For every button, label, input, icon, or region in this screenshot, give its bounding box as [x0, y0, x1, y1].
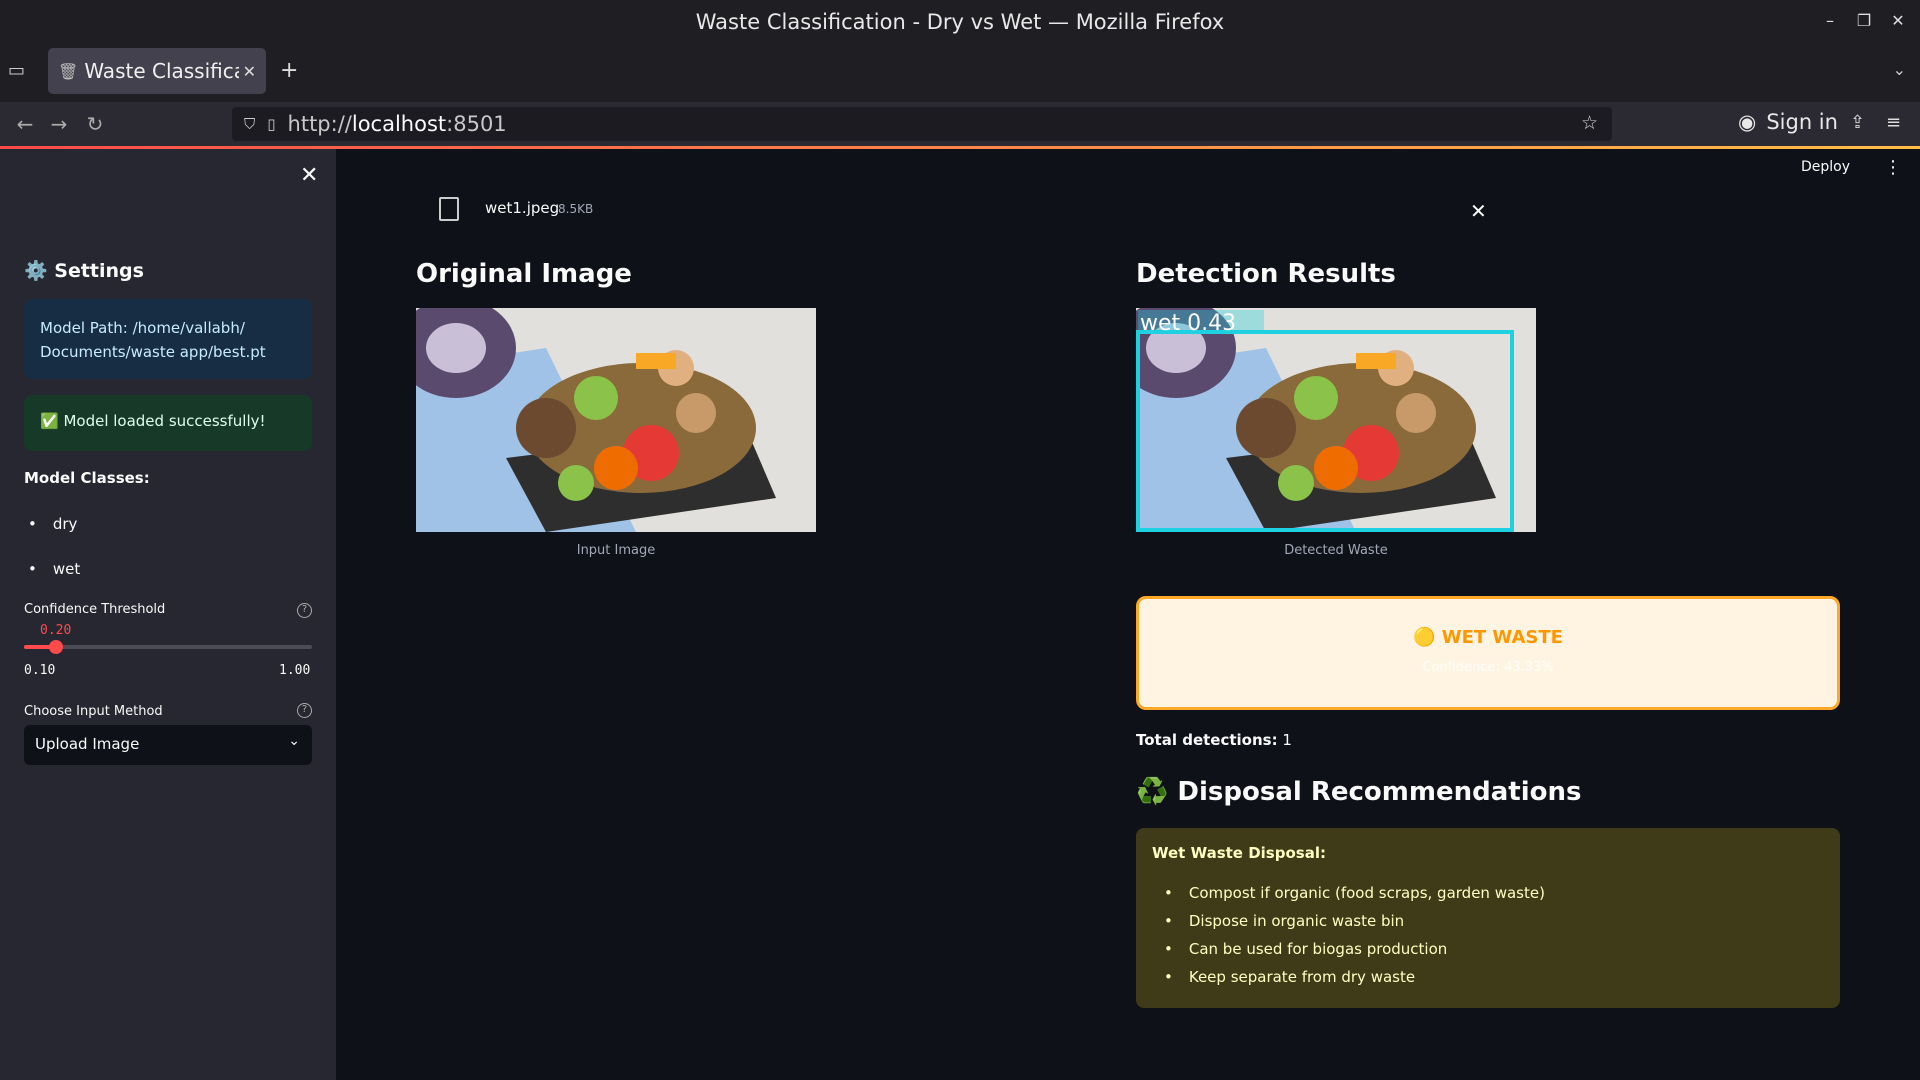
uploaded-file-size: 8.5KB — [558, 202, 594, 216]
settings-heading: ⚙️ Settings — [24, 260, 144, 282]
account-icon: ◉ — [1738, 110, 1757, 134]
disposal-item: Compost if organic (food scraps, garden … — [1164, 884, 1824, 902]
detection-image-caption: Detected Waste — [1284, 543, 1388, 558]
model-path-info: Model Path: /home/vallabh/ Documents/was… — [24, 299, 312, 379]
help-icon[interactable]: ? — [297, 703, 312, 718]
original-image-caption: Input Image — [576, 543, 656, 558]
class-item: wet — [28, 560, 80, 578]
extensions-icon[interactable]: ⇪ — [1850, 112, 1865, 133]
navigation-bar: ← → ↻ ⛉ ▯ http://localhost:8501 ☆ ◉ Sign… — [0, 102, 1920, 146]
url-bar[interactable]: ⛉ ▯ http://localhost:8501 ☆ — [232, 107, 1612, 141]
close-window-icon[interactable]: ✕ — [1886, 8, 1910, 32]
input-method-value: Upload Image — [35, 735, 140, 753]
confidence-slider-value: 0.20 — [40, 623, 72, 638]
slider-min: 0.10 — [24, 663, 56, 678]
class-item: dry — [28, 515, 78, 533]
new-tab-icon[interactable]: + — [280, 58, 298, 83]
sidebar: ✕ ⚙️ Settings Model Path: /home/vallabh/… — [0, 149, 336, 1080]
classification-result-card: 🟡 WET WASTE Confidence: 43.33% — [1136, 596, 1840, 710]
detection-results-heading: Detection Results — [1136, 259, 1396, 289]
sign-in-button[interactable]: ◉ Sign in — [1738, 110, 1838, 134]
remove-file-icon[interactable]: ✕ — [1470, 199, 1487, 223]
minimize-icon[interactable]: – — [1818, 8, 1842, 32]
menu-icon[interactable]: ≡ — [1886, 112, 1901, 133]
disposal-title: Wet Waste Disposal: — [1152, 844, 1326, 862]
model-status-success: ✅ Model loaded successfully! — [24, 395, 312, 451]
restore-icon[interactable]: ❐ — [1852, 8, 1876, 32]
disposal-item: Can be used for biogas production — [1164, 940, 1824, 958]
tab-label: Waste Classificati — [84, 59, 238, 83]
wastebasket-icon: 🗑 — [58, 61, 79, 81]
detection-image: wet 0.43 — [1136, 308, 1536, 532]
page-icon: ▯ — [267, 115, 276, 133]
reload-icon[interactable]: ↻ — [82, 112, 108, 136]
model-classes-heading: Model Classes: — [24, 469, 150, 487]
file-icon — [439, 197, 459, 221]
url-text: http://localhost:8501 — [287, 112, 507, 136]
uploaded-file-name: wet1.jpeg — [485, 199, 560, 217]
chevron-down-icon[interactable]: ⌄ — [1893, 60, 1906, 79]
input-method-select[interactable]: Upload Image ⌄ — [24, 725, 312, 765]
slider-max: 1.00 — [279, 663, 311, 678]
classification-label: 🟡 WET WASTE — [1413, 627, 1563, 648]
window-titlebar: Waste Classification - Dry vs Wet — Mozi… — [0, 0, 1920, 44]
window-title: Waste Classification - Dry vs Wet — Mozi… — [695, 10, 1225, 34]
original-image-heading: Original Image — [416, 259, 632, 289]
disposal-item: Keep separate from dry waste — [1164, 968, 1824, 986]
bookmark-star-icon[interactable]: ☆ — [1581, 112, 1598, 134]
tab-active[interactable]: 🗑 Waste Classificati ✕ — [48, 48, 266, 94]
slider-thumb[interactable] — [48, 640, 63, 654]
back-icon[interactable]: ← — [12, 112, 38, 136]
tab-bar: ▭ 🗑 Waste Classificati ✕ + ⌄ — [0, 44, 1920, 102]
main-content: Deploy ⋮ wet1.jpeg 8.5KB ✕ Original Imag… — [336, 149, 1920, 1080]
total-detections: Total detections: 1 — [1136, 731, 1292, 749]
disposal-recommendations: Wet Waste Disposal: Compost if organic (… — [1136, 828, 1840, 1008]
tab-list-icon[interactable]: ▭ — [8, 60, 32, 84]
detection-box-label: wet 0.43 — [1140, 311, 1236, 336]
forward-icon[interactable]: → — [46, 112, 72, 136]
confidence-slider[interactable] — [24, 640, 312, 654]
input-method-label: Choose Input Method — [24, 704, 163, 719]
shield-icon: ⛉ — [244, 115, 256, 133]
disposal-item: Dispose in organic waste bin — [1164, 912, 1824, 930]
more-menu-icon[interactable]: ⋮ — [1884, 157, 1902, 178]
original-image — [416, 308, 816, 532]
close-sidebar-icon[interactable]: ✕ — [300, 163, 318, 188]
help-icon[interactable]: ? — [297, 603, 312, 618]
deploy-button[interactable]: Deploy — [1801, 159, 1850, 175]
classification-confidence: Confidence: 43.33% — [1422, 660, 1554, 675]
close-tab-icon[interactable]: ✕ — [243, 62, 256, 81]
disposal-heading: ♻️ Disposal Recommendations — [1136, 777, 1582, 807]
confidence-slider-label: Confidence Threshold — [24, 602, 166, 617]
chevron-down-icon: ⌄ — [288, 733, 300, 749]
